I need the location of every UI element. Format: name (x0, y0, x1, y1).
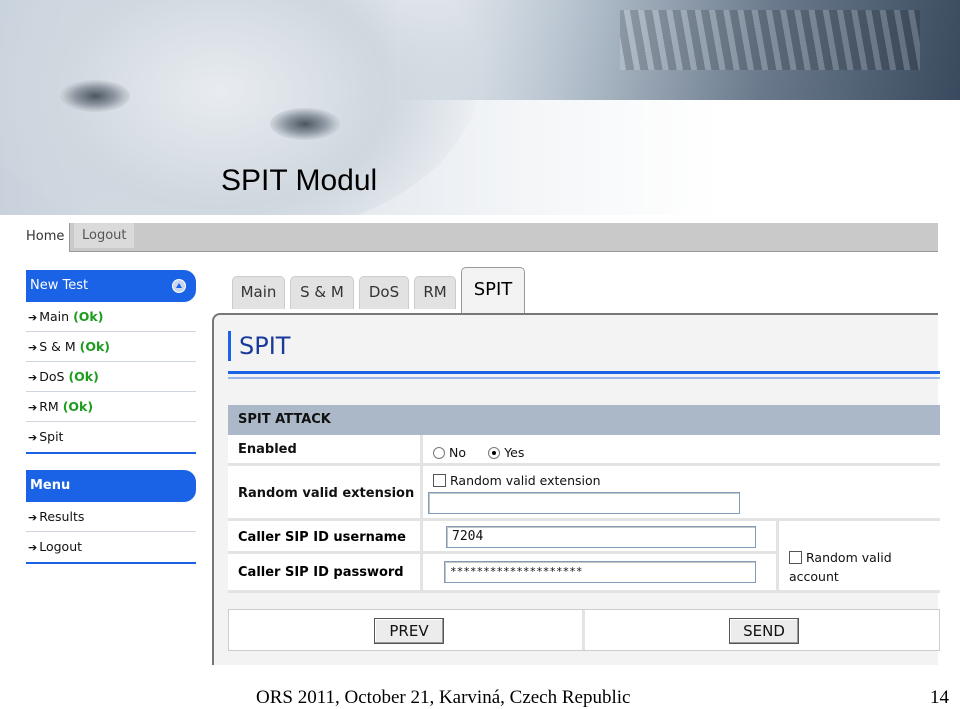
password-label: Caller SIP ID password (238, 565, 404, 580)
password-row: Caller SIP ID password *****************… (228, 557, 776, 590)
username-label: Caller SIP ID username (238, 530, 406, 545)
random-account-checkbox[interactable] (789, 551, 802, 564)
tab-spit[interactable]: SPIT (461, 267, 525, 313)
random-extension-label: Random valid extension (238, 486, 415, 501)
nav-logout-tab[interactable]: Logout (74, 223, 134, 248)
title-divider-light (228, 377, 940, 379)
button-cell-left: PREV (229, 610, 585, 650)
sidebar-item-label: RM (39, 399, 59, 414)
arrow-right-icon: ➔ (28, 401, 38, 414)
sidebar-item-label: DoS (39, 369, 65, 384)
slide-footer: ORS 2011, October 21, Karviná, Czech Rep… (256, 687, 631, 708)
tab-rm[interactable]: RM (414, 276, 456, 309)
left-eye-graphic (60, 80, 130, 112)
sidebar-item-label: S & M (39, 339, 76, 354)
sidebar-item-rm[interactable]: ➔ RM (Ok) (26, 392, 196, 422)
sidebar-item-label: Main (39, 309, 70, 324)
column-separator (420, 435, 423, 463)
sidebar-item-label: Logout (39, 539, 83, 554)
send-button[interactable]: SEND (729, 618, 799, 644)
button-row: PREV SEND (228, 609, 940, 651)
sidebar: New Test ➔ Main (Ok) ➔ S & M (Ok) ➔ DoS (Ok) ➔… (26, 270, 196, 564)
top-nav-bar: Home Logout (26, 223, 938, 252)
app-window: Home Logout New Test ➔ Main (Ok) ➔ S & M (Ok… (26, 223, 940, 665)
sidebar-item-logout[interactable]: ➔ Logout (26, 532, 196, 562)
sidebar-menu-header: Menu (26, 470, 196, 502)
random-extension-row: Random valid extension Random valid exte… (228, 466, 940, 521)
sidebar-item-results[interactable]: ➔ Results (26, 502, 196, 532)
radio-yes-label: Yes (504, 445, 525, 460)
sidebar-item-main[interactable]: ➔ Main (Ok) (26, 302, 196, 332)
password-input[interactable]: ******************** (444, 561, 756, 583)
random-account-option: Random valid account (789, 547, 940, 585)
slide-title: SPIT Modul (221, 164, 378, 197)
section-header: SPIT ATTACK (228, 405, 940, 435)
arrow-right-icon: ➔ (28, 311, 38, 324)
column-separator (776, 521, 779, 590)
panel-title: SPIT (228, 331, 290, 361)
arrow-right-icon: ➔ (28, 541, 38, 554)
arrow-right-icon: ➔ (28, 371, 38, 384)
title-divider (228, 371, 940, 374)
username-input[interactable]: 7204 (446, 526, 756, 548)
random-account-checkbox-label: Random valid account (789, 550, 892, 584)
tab-dos[interactable]: DoS (359, 276, 409, 309)
random-extension-checkbox[interactable] (433, 474, 446, 487)
spit-panel: SPIT SPIT ATTACK Enabled No Yes Random v… (212, 313, 940, 665)
sidebar-item-dos[interactable]: ➔ DoS (Ok) (26, 362, 196, 392)
username-row: Caller SIP ID username 7204 (228, 521, 776, 554)
status-ok: (Ok) (62, 399, 94, 414)
arrow-right-icon: ➔ (28, 341, 38, 354)
credentials-block: Caller SIP ID username 7204 Caller SIP I… (228, 521, 940, 593)
random-extension-option: Random valid extension (433, 470, 601, 489)
sidebar-new-test-header[interactable]: New Test (26, 270, 196, 302)
tab-s-and-m[interactable]: S & M (290, 276, 354, 309)
radio-no[interactable] (433, 447, 445, 459)
radio-no-label: No (449, 445, 466, 460)
menu-label: Menu (30, 478, 71, 493)
enabled-row: Enabled No Yes (228, 435, 940, 466)
header-background-image (0, 0, 960, 215)
test-list: ➔ Main (Ok) ➔ S & M (Ok) ➔ DoS (Ok) ➔ RM (Ok) ➔ S… (26, 302, 196, 454)
sidebar-item-label: Results (39, 509, 85, 524)
status-ok: (Ok) (79, 339, 111, 354)
arrow-right-icon: ➔ (28, 431, 38, 444)
radio-yes[interactable] (488, 447, 501, 459)
collapse-icon[interactable] (172, 279, 186, 293)
column-separator (420, 521, 423, 590)
extension-input[interactable] (428, 492, 740, 514)
random-extension-checkbox-label: Random valid extension (450, 473, 601, 488)
tab-main[interactable]: Main (232, 276, 285, 309)
nav-home-tab[interactable]: Home (26, 223, 70, 252)
arrow-right-icon: ➔ (28, 511, 38, 524)
right-eye-graphic (270, 108, 340, 140)
page-number: 14 (930, 687, 949, 708)
menu-list: ➔ Results ➔ Logout (26, 502, 196, 564)
sidebar-item-s-and-m[interactable]: ➔ S & M (Ok) (26, 332, 196, 362)
column-separator (420, 466, 423, 518)
enabled-label: Enabled (238, 442, 297, 457)
status-ok: (Ok) (73, 309, 104, 324)
enabled-radio-group: No Yes (433, 442, 524, 461)
new-test-label: New Test (30, 278, 89, 293)
tech-pattern (620, 10, 920, 70)
prev-button[interactable]: PREV (374, 618, 444, 644)
status-ok: (Ok) (68, 369, 99, 384)
sidebar-item-spit[interactable]: ➔ Spit (26, 422, 196, 452)
sidebar-item-label: Spit (39, 429, 64, 444)
spit-attack-section: SPIT ATTACK Enabled No Yes Random valid … (228, 405, 940, 593)
